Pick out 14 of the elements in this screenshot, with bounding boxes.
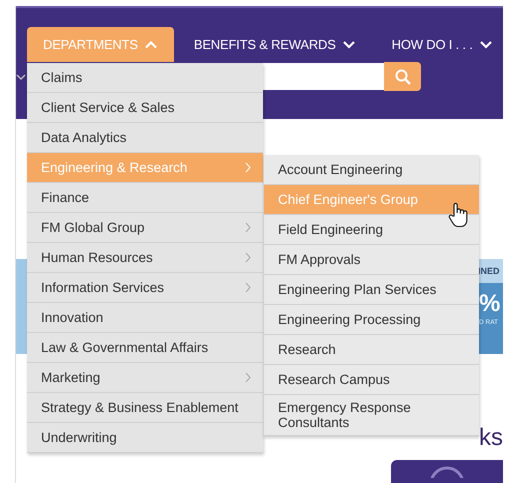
menu-item[interactable]: Client Service & Sales <box>27 93 263 123</box>
stat-value: % <box>479 289 500 319</box>
submenu-item[interactable]: Research <box>264 335 479 365</box>
submenu-item[interactable]: Emergency Response Consultants <box>264 395 479 436</box>
menu-item[interactable]: Underwriting <box>27 423 263 453</box>
submenu-item[interactable]: Engineering Processing <box>264 305 479 335</box>
submenu-item[interactable]: Engineering Plan Services <box>264 275 479 305</box>
nav-tab[interactable]: BENEFITS & REWARDS <box>178 27 372 62</box>
section-heading: ks <box>479 424 503 452</box>
submenu-item[interactable]: Research Campus <box>264 365 479 395</box>
menu-item[interactable]: Claims <box>27 63 263 93</box>
banner-heading: INED <box>477 259 503 283</box>
nav-tab[interactable]: HOW DO I . . . <box>376 27 503 62</box>
submenu-item[interactable]: FM Approvals <box>264 245 479 275</box>
